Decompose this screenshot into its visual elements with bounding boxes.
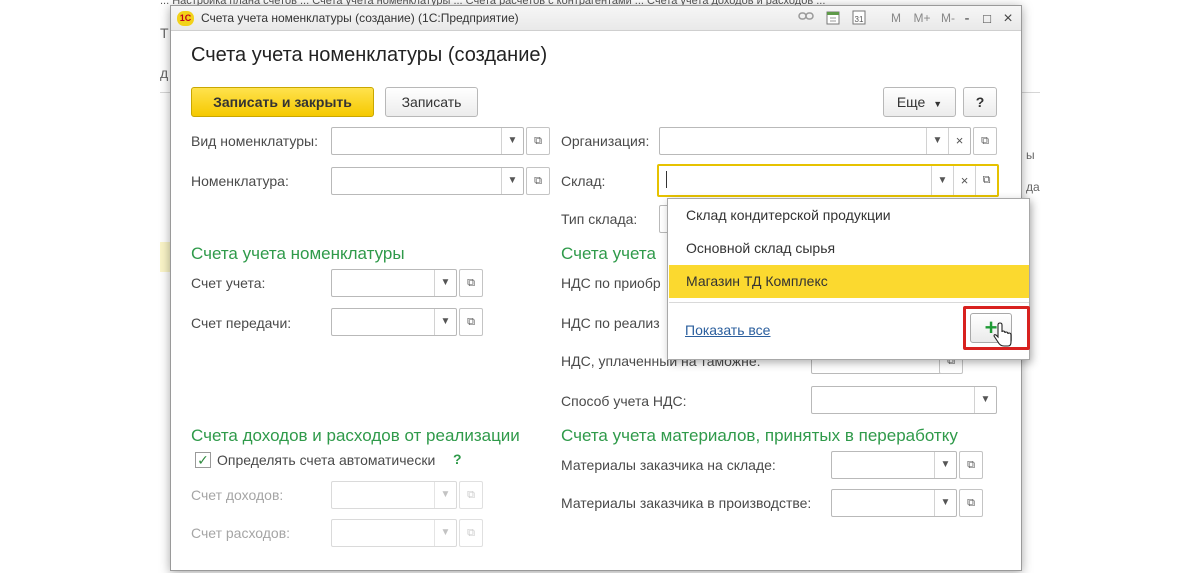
open-icon[interactable]: ⧉: [459, 269, 483, 297]
auto-accounts-checkbox[interactable]: ✓: [195, 452, 211, 468]
dropdown-item-selected[interactable]: Магазин ТД Комплекс: [669, 265, 1029, 298]
title-bar: 1С Счета учета номенклатуры (создание) (…: [171, 6, 1021, 31]
open-icon[interactable]: ⧉: [973, 127, 997, 155]
chevron-down-icon[interactable]: ▼: [931, 166, 953, 195]
vat-purchase-label: НДС по приобр: [561, 275, 661, 291]
background-edge-letter: ы: [1026, 148, 1035, 162]
account-value[interactable]: [332, 270, 434, 296]
income-account-value: [332, 482, 434, 508]
expense-account-value: [332, 520, 434, 546]
materials-production-label: Материалы заказчика в производстве:: [561, 495, 812, 511]
account-label: Счет учета:: [191, 275, 266, 291]
income-account-label: Счет доходов:: [191, 487, 284, 503]
svg-text:31: 31: [855, 15, 864, 24]
materials-production-value[interactable]: [832, 490, 934, 516]
nomenclature-type-value[interactable]: [332, 128, 501, 154]
open-icon[interactable]: ⧉: [959, 489, 983, 517]
open-icon: ⧉: [459, 519, 483, 547]
background-divider: [1022, 92, 1040, 93]
open-icon[interactable]: ⧉: [975, 166, 997, 195]
vat-method-label: Способ учета НДС:: [561, 393, 687, 409]
section-vat-accounts: Счета учета: [561, 244, 656, 263]
window-title: Счета учета номенклатуры (создание) (1С:…: [201, 11, 519, 25]
calendar-icon[interactable]: [823, 10, 843, 27]
chevron-down-icon[interactable]: ▼: [934, 490, 956, 516]
dropdown-item[interactable]: Основной склад сырья: [669, 232, 1029, 265]
nomenclature-label: Номенклатура:: [191, 173, 289, 189]
dropdown-divider: [669, 302, 1029, 303]
more-button[interactable]: Еще ▼: [883, 87, 956, 117]
transfer-account-label: Счет передачи:: [191, 315, 292, 331]
expense-account-field: ▼: [331, 519, 457, 547]
open-icon: ⧉: [459, 481, 483, 509]
link-icon[interactable]: [796, 10, 816, 27]
warehouse-field[interactable]: ▼ × ⧉: [657, 164, 999, 197]
nomenclature-type-field[interactable]: ▼: [331, 127, 524, 155]
nomenclature-value[interactable]: [332, 168, 501, 194]
chevron-down-icon[interactable]: ▼: [501, 128, 523, 154]
auto-accounts-label[interactable]: Определять счета автоматически: [217, 451, 435, 469]
chevron-down-icon[interactable]: ▼: [434, 309, 456, 335]
expense-account-label: Счет расходов:: [191, 525, 291, 541]
materials-warehouse-field[interactable]: ▼: [831, 451, 957, 479]
maximize-button[interactable]: □: [977, 9, 997, 28]
memory-plus-button[interactable]: M+: [911, 10, 933, 27]
chevron-down-icon[interactable]: ▼: [974, 387, 996, 413]
chevron-down-icon[interactable]: ▼: [926, 128, 948, 154]
warehouse-type-label: Тип склада:: [561, 211, 638, 227]
open-icon[interactable]: ⧉: [526, 167, 550, 195]
mouse-cursor-icon: [992, 322, 1014, 348]
section-materials: Счета учета материалов, принятых в перер…: [561, 426, 958, 445]
clear-icon[interactable]: ×: [953, 166, 975, 195]
minimize-button[interactable]: -: [957, 9, 977, 28]
vat-method-value[interactable]: [812, 387, 974, 413]
memory-m-button[interactable]: M: [887, 10, 905, 27]
background-edge-letter: да: [1026, 180, 1040, 194]
clear-icon[interactable]: ×: [948, 128, 970, 154]
background-edge-letter: д: [160, 65, 169, 81]
calculator-icon[interactable]: 31: [849, 10, 869, 27]
help-question-icon[interactable]: ?: [453, 451, 462, 467]
save-and-close-button[interactable]: Записать и закрыть: [191, 87, 374, 117]
section-nomenclature-accounts: Счета учета номенклатуры: [191, 244, 405, 263]
save-button[interactable]: Записать: [385, 87, 478, 117]
text-caret: [666, 171, 667, 188]
chevron-down-icon[interactable]: ▼: [434, 270, 456, 296]
dropdown-item[interactable]: Склад кондитерской продукции: [669, 199, 1029, 232]
warehouse-value[interactable]: [659, 166, 931, 195]
organization-value[interactable]: [660, 128, 926, 154]
vat-sales-label: НДС по реализ: [561, 315, 660, 331]
open-icon[interactable]: ⧉: [459, 308, 483, 336]
chevron-down-icon[interactable]: ▼: [501, 168, 523, 194]
close-button[interactable]: ×: [998, 9, 1018, 28]
nomenclature-field[interactable]: ▼: [331, 167, 524, 195]
page-title: Счета учета номенклатуры (создание): [191, 44, 548, 66]
nomenclature-type-label: Вид номенклатуры:: [191, 133, 318, 149]
materials-production-field[interactable]: ▼: [831, 489, 957, 517]
more-button-label: Еще: [896, 94, 926, 110]
help-button[interactable]: ?: [963, 87, 997, 117]
warehouse-label: Склад:: [561, 173, 606, 189]
vat-method-field[interactable]: ▼: [811, 386, 997, 414]
materials-warehouse-value[interactable]: [832, 452, 934, 478]
materials-warehouse-label: Материалы заказчика на складе:: [561, 457, 776, 473]
organization-label: Организация:: [561, 133, 650, 149]
account-field[interactable]: ▼: [331, 269, 457, 297]
chevron-down-icon: ▼: [933, 99, 943, 109]
background-edge-letter: Т: [160, 25, 169, 41]
open-icon[interactable]: ⧉: [959, 451, 983, 479]
chevron-down-icon: ▼: [434, 520, 456, 546]
open-icon[interactable]: ⧉: [526, 127, 550, 155]
app-logo: 1С: [177, 11, 194, 26]
show-all-link[interactable]: Показать все: [685, 322, 770, 338]
transfer-account-field[interactable]: ▼: [331, 308, 457, 336]
chevron-down-icon[interactable]: ▼: [934, 452, 956, 478]
income-account-field: ▼: [331, 481, 457, 509]
transfer-account-value[interactable]: [332, 309, 434, 335]
memory-minus-button[interactable]: M-: [937, 10, 959, 27]
chevron-down-icon: ▼: [434, 482, 456, 508]
organization-field[interactable]: ▼ ×: [659, 127, 971, 155]
section-income-expenses: Счета доходов и расходов от реализации: [191, 426, 520, 445]
